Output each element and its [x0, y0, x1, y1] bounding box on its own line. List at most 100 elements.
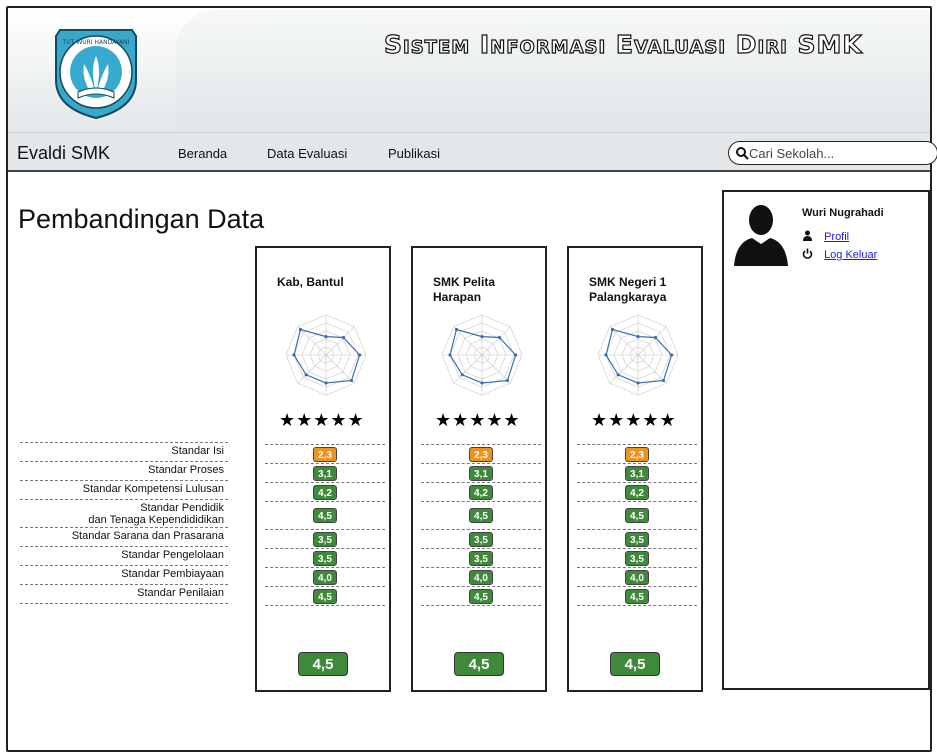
standard-label-line1: Standar Pendidik [140, 502, 224, 514]
score-row: 4,2 [577, 482, 697, 501]
score-row: 4,2 [421, 482, 541, 501]
column-title: SMK Pelita Harapan [433, 275, 496, 304]
page-title: Pembandingan Data [18, 204, 265, 234]
score-badge: 3,5 [625, 532, 649, 547]
comparison-column-smk-pelita-harapan: SMK Pelita Harapan ★★★★★ 2,3 3,1 4,2 4,5 3,5 3,… [411, 246, 547, 692]
profile-link[interactable]: Profil [802, 230, 849, 243]
standard-label-line2: dan Tenaga Kependididikan [88, 514, 224, 526]
navbar: Evaldi SMK Beranda Data Evaluasi Publika… [8, 132, 937, 172]
score-badge: 2,3 [469, 447, 493, 462]
score-badge: 4,5 [625, 508, 649, 523]
radar-point [480, 335, 484, 339]
logo-text: TUT WURI HANDAYANI [62, 39, 130, 46]
score-badge: 3,5 [469, 532, 493, 547]
score-row: 3,5 [577, 529, 697, 548]
score-badge: 3,5 [625, 551, 649, 566]
radar-point [636, 381, 640, 385]
score-row: 4,0 [421, 567, 541, 586]
score-badge: 4,5 [313, 589, 337, 604]
divider [577, 605, 697, 606]
score-list: 2,3 3,1 4,2 4,5 3,5 3,5 4,0 4,5 [421, 444, 541, 606]
nav-link-data-evaluasi[interactable]: Data Evaluasi [267, 146, 347, 161]
score-badge: 4,2 [469, 485, 493, 500]
logout-link-label[interactable]: Log Keluar [824, 249, 877, 261]
score-row: 3,5 [265, 548, 385, 567]
radar-point [505, 378, 510, 383]
radar-point [661, 378, 666, 383]
total-score-badge: 4,5 [454, 652, 504, 676]
score-row: 3,5 [265, 529, 385, 548]
search-box[interactable] [728, 141, 937, 165]
radar-point [298, 327, 303, 332]
score-row: 3,5 [577, 548, 697, 567]
score-row: 4,5 [265, 501, 385, 529]
score-row: 3,1 [265, 463, 385, 482]
brand-label[interactable]: Evaldi SMK [17, 143, 110, 164]
score-badge: 4,5 [313, 508, 337, 523]
score-row: 4,5 [577, 586, 697, 605]
radar-point [670, 353, 674, 357]
score-row: 4,0 [265, 567, 385, 586]
score-row: 4,5 [265, 586, 385, 605]
standard-label: Standar Proses [20, 461, 228, 480]
score-badge: 2,3 [313, 447, 337, 462]
radar-point [304, 373, 308, 377]
search-input[interactable] [749, 145, 929, 162]
radar-chart-thumbnail [597, 314, 679, 396]
header-banner [176, 10, 930, 130]
radar-point [636, 335, 640, 339]
total-score-badge: 4,5 [298, 652, 348, 676]
score-row: 4,5 [421, 586, 541, 605]
score-row: 4,5 [577, 501, 697, 529]
score-badge: 4,0 [625, 570, 649, 585]
score-row: 4,0 [577, 567, 697, 586]
divider [20, 603, 228, 604]
comparison-column-smk-negeri-1-palangkaraya: SMK Negeri 1 Palangkaraya ★★★★★ 2,3 3,1 4,2 4… [567, 246, 703, 692]
standard-label: Standar Kompetensi Lulusan [20, 480, 228, 499]
radar-point [341, 335, 346, 340]
nav-link-publikasi[interactable]: Publikasi [388, 146, 440, 161]
column-title: SMK Negeri 1 Palangkaraya [589, 275, 667, 304]
divider [421, 605, 541, 606]
score-row: 2,3 [265, 444, 385, 463]
score-row: 3,5 [421, 548, 541, 567]
score-badge: 3,5 [313, 551, 337, 566]
score-badge: 3,1 [625, 466, 649, 481]
power-icon [802, 248, 813, 259]
score-badge: 4,5 [625, 589, 649, 604]
score-badge: 4,0 [313, 570, 337, 585]
score-row: 4,2 [265, 482, 385, 501]
radar-point [653, 335, 658, 340]
radar-point [604, 353, 608, 357]
radar-point [480, 381, 484, 385]
divider [265, 605, 385, 606]
score-badge: 3,1 [469, 466, 493, 481]
app-title: Sistem Informasi Evaluasi Diri SMK [383, 29, 863, 59]
standard-label: Standar Pembiayaan [20, 565, 228, 584]
user-icon [803, 230, 812, 241]
star-rating: ★★★★★ [591, 410, 677, 430]
standard-label: Standar Isi [20, 442, 228, 461]
standard-label: Standar Sarana dan Prasarana [20, 527, 228, 546]
logout-link[interactable]: Log Keluar [802, 248, 877, 261]
standard-label: Standar Pengelolaan [20, 546, 228, 565]
profile-link-label[interactable]: Profil [824, 231, 849, 243]
star-rating: ★★★★★ [279, 410, 365, 430]
score-badge: 3,5 [313, 532, 337, 547]
search-icon[interactable] [735, 146, 749, 160]
comparison-column-kab-bantul: Kab, Bantul ★★★★★ 2,3 3,1 4,2 4,5 3,5 3,5 4,0 4,5… [255, 246, 391, 692]
radar-chart-thumbnail [285, 314, 367, 396]
user-name: Wuri Nugrahadi [802, 207, 884, 219]
score-badge: 3,1 [313, 466, 337, 481]
score-list: 2,3 3,1 4,2 4,5 3,5 3,5 4,0 4,5 [577, 444, 697, 606]
standard-label: Standar Penilaian [20, 584, 228, 603]
radar-point [358, 353, 362, 357]
nav-link-beranda[interactable]: Beranda [178, 146, 227, 161]
score-badge: 4,0 [469, 570, 493, 585]
user-panel: Wuri Nugrahadi Profil Log Keluar [722, 190, 930, 690]
radar-point [514, 353, 518, 357]
column-title: Kab, Bantul [277, 275, 344, 289]
radar-point [454, 327, 459, 332]
score-row: 4,5 [421, 501, 541, 529]
standard-label: Standar Pendidik dan Tenaga Kependididik… [20, 499, 228, 527]
